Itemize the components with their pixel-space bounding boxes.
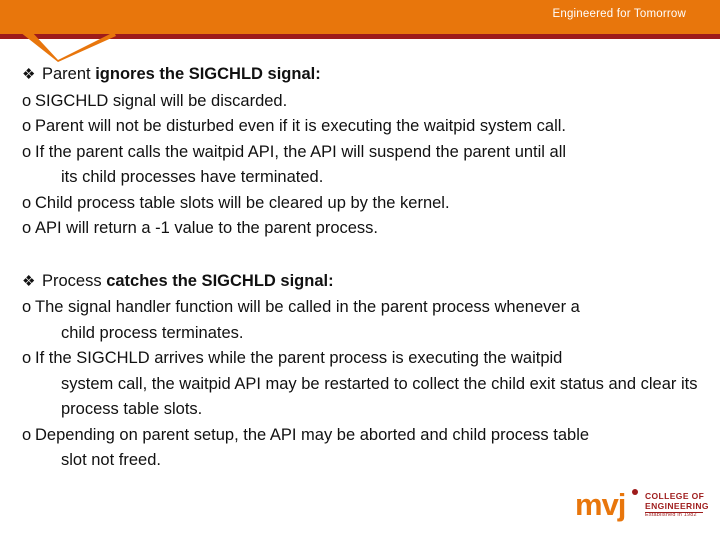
list-item-text: SIGCHLD signal will be discarded. (35, 91, 288, 110)
list-marker: o (22, 193, 32, 212)
logo-wordmark: mvj (575, 487, 626, 522)
list-item: o Depending on parent setup, the API may… (22, 423, 702, 474)
block-2-heading-bold: catches the SIGCHLD signal: (106, 271, 334, 290)
list-item-text-line1: If the parent calls the waitpid API, the… (35, 142, 567, 161)
block-1-heading-text: Parent ignores the SIGCHLD signal: (42, 62, 321, 88)
list-item-text: The signal handler function will be call… (35, 295, 702, 346)
list-marker: o (22, 91, 32, 110)
list-item-text: If the SIGCHLD arrives while the parent … (35, 346, 702, 423)
block-2-heading-text: Process catches the SIGCHLD signal: (42, 269, 334, 295)
list-item-text: API will return a -1 value to the parent… (35, 219, 379, 237)
list-item: o API will return a -1 value to the pare… (22, 216, 702, 242)
list-item-text-cont: system call, the waitpid API may be rest… (61, 374, 698, 419)
list-item: o If the parent calls the waitpid API, t… (22, 140, 702, 191)
list-item-text: Child process table slots will be cleare… (35, 193, 450, 212)
list-marker: o (22, 219, 32, 237)
list-item-text-cont: child process terminates. (61, 323, 244, 342)
list-item-text: Parent will not be disturbed even if it … (35, 117, 567, 135)
list-marker: o (22, 425, 32, 444)
list-marker: o (22, 349, 32, 367)
list-item-text-cont: slot not freed. (61, 451, 161, 469)
block-1-heading-bold: ignores the SIGCHLD signal: (95, 65, 321, 83)
list-item-text-line1: If the SIGCHLD arrives while the parent … (35, 349, 563, 367)
check-swoosh-icon (20, 32, 116, 62)
list-item: o SIGCHLD signal will be discarded. (22, 89, 702, 115)
logo-dot-icon (632, 489, 638, 495)
diamond-bullet-icon: ❖ (22, 66, 36, 83)
list-item-text-line1: The signal handler function will be call… (35, 298, 580, 316)
list-item-text-cont: its child processes have terminated. (61, 168, 324, 186)
diamond-bullet-icon: ❖ (22, 272, 36, 290)
logo-line-1: COLLEGE OF (645, 491, 705, 501)
block-1-heading: ❖ Parent ignores the SIGCHLD signal: (22, 62, 702, 88)
slide-content: ❖ Parent ignores the SIGCHLD signal: o S… (0, 62, 720, 482)
list-marker: o (22, 142, 32, 161)
list-item: o Parent will not be disturbed even if i… (22, 114, 702, 140)
list-item-text: Depending on parent setup, the API may b… (35, 423, 702, 474)
list-marker: o (22, 298, 32, 316)
list-item: o The signal handler function will be ca… (22, 295, 702, 346)
mvj-college-logo: mvj COLLEGE OF ENGINEERING Established i… (575, 486, 709, 528)
block-2-heading: ❖ Process catches the SIGCHLD signal: (22, 269, 702, 295)
content-block-2: ❖ Process catches the SIGCHLD signal: o … (22, 269, 702, 474)
content-block-1: ❖ Parent ignores the SIGCHLD signal: o S… (22, 62, 702, 242)
logo-text-block: COLLEGE OF ENGINEERING Established in 19… (645, 491, 709, 519)
logo-divider (645, 512, 703, 513)
list-marker: o (22, 117, 32, 135)
block-1-heading-plain: Parent (42, 65, 96, 83)
header-tagline: Engineered for Tomorrow (552, 8, 686, 20)
logo-line-2: ENGINEERING (645, 501, 709, 511)
list-item-text: If the parent calls the waitpid API, the… (35, 140, 702, 191)
block-2-heading-plain: Process (42, 271, 107, 290)
list-item: o Child process table slots will be clea… (22, 191, 702, 217)
header-band: Engineered for Tomorrow (0, 0, 720, 34)
list-item: o If the SIGCHLD arrives while the paren… (22, 346, 702, 423)
list-item-text-line1: Depending on parent setup, the API may b… (35, 425, 590, 444)
header-band-left (0, 0, 455, 34)
